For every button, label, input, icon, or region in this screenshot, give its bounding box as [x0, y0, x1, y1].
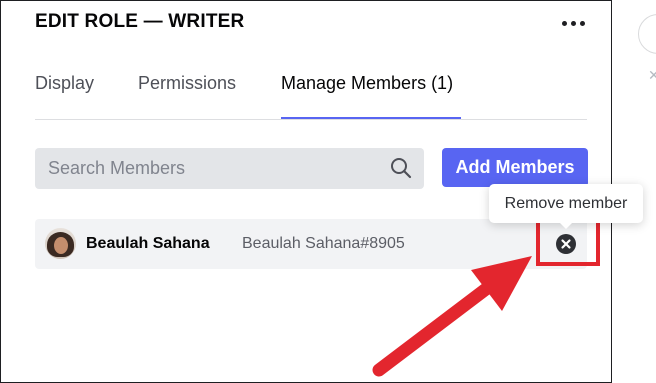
member-row[interactable]: Beaulah Sahana Beaulah Sahana#8905	[35, 219, 587, 269]
add-members-button[interactable]: Add Members	[442, 148, 588, 187]
page-title: EDIT ROLE — WRITER	[35, 11, 245, 32]
more-dot	[579, 20, 585, 26]
tabs-divider	[35, 119, 587, 120]
member-name: Beaulah Sahana	[86, 235, 210, 252]
tab-permissions[interactable]: Permissions	[138, 73, 236, 94]
background-close-icon: ✕	[648, 68, 656, 84]
remove-member-tooltip: Remove member	[489, 184, 643, 229]
more-dot	[561, 20, 567, 26]
avatar	[45, 228, 76, 259]
more-dot	[570, 20, 576, 26]
search-input[interactable]	[35, 148, 375, 189]
background-circle-button	[638, 14, 656, 54]
search-members-box	[35, 148, 424, 189]
active-tab-indicator	[281, 117, 461, 119]
avatar-face	[54, 237, 68, 254]
search-icon[interactable]	[389, 156, 413, 180]
tab-display[interactable]: Display	[35, 73, 94, 94]
member-tag: Beaulah Sahana#8905	[242, 235, 405, 252]
more-options-icon[interactable]	[557, 11, 589, 35]
tab-manage-members[interactable]: Manage Members (1)	[281, 73, 453, 94]
